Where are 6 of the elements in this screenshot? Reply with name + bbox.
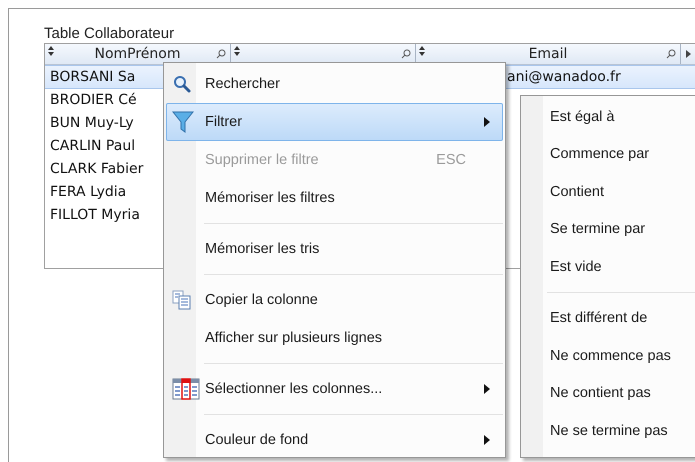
table-title: Table Collaborateur — [44, 24, 176, 43]
name-cell-text: FILLOT Myria — [49, 206, 140, 225]
shortcut-label: ESC — [436, 152, 466, 168]
email-cell-text: ani@wanadoo.fr — [506, 68, 621, 87]
name-cell-text: BORSANI Sa — [49, 68, 136, 87]
name-cell-text: BRODIER Cé — [49, 91, 137, 110]
